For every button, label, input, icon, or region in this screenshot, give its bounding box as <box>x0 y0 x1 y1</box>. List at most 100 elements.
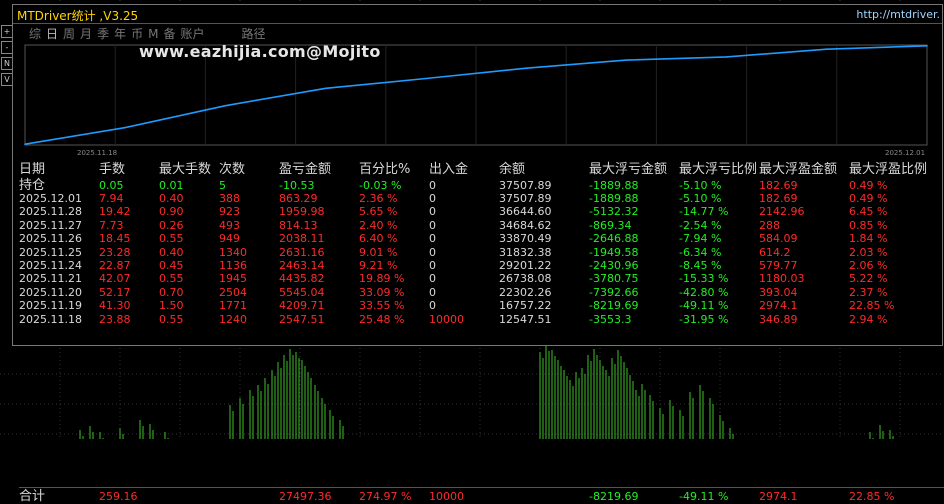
chart-side-toolbar: + - N V <box>0 24 13 144</box>
cell-pnl: 4435.82 <box>279 272 325 286</box>
cell-max-float-profit: 1180.03 <box>759 272 805 286</box>
cell-count: 2504 <box>219 285 247 299</box>
total-pct: 274.97 % <box>359 490 412 503</box>
cell-max-float-profit: 584.09 <box>759 232 798 246</box>
table-header-row: 日期 手数 最大手数 次数 盈亏金额 百分比% 出入金 余额 最大浮亏金额 最大… <box>19 161 943 179</box>
cell-date: 2025.11.20 <box>19 285 82 299</box>
cell-max-float-loss: -1889.88 <box>589 192 639 205</box>
cell-max-float-profit-pct: 1.84 % <box>849 232 888 246</box>
equity-point <box>625 59 628 61</box>
x-tick-label: 2025.12.01 <box>885 149 925 157</box>
cell-flow: 0 <box>429 299 436 313</box>
cell-max-float-profit: 614.2 <box>759 245 791 259</box>
equity-point <box>825 48 828 50</box>
cell-balance: 31832.38 <box>499 245 552 259</box>
cell-pct: 25.48 % <box>359 312 405 326</box>
cell-date: 2025.11.26 <box>19 232 82 246</box>
cell-max-float-loss-pct: -6.34 % <box>679 245 722 259</box>
cell-pct: 6.40 % <box>359 232 398 246</box>
cell-count: 493 <box>219 218 240 232</box>
cell-max-float-profit: 182.69 <box>759 192 798 205</box>
cell-max-float-profit: 579.77 <box>759 259 798 272</box>
cell-max-float-loss: -869.34 <box>589 218 632 232</box>
cell-count: 949 <box>219 232 240 246</box>
cell-max-float-profit-pct: 0.85 % <box>849 218 888 232</box>
cell-pnl: 4209.71 <box>279 299 325 313</box>
cell-max-float-loss: -3553.3 <box>589 312 632 326</box>
cell-flow: 0 <box>429 232 436 246</box>
x-tick-label: 2025.11.18 <box>77 149 117 157</box>
cell-max-lots: 0.70 <box>159 285 184 299</box>
total-divider <box>19 487 944 488</box>
total-label: 合计 <box>19 489 46 504</box>
cell-pct: -0.03 % <box>359 179 402 192</box>
equity-point <box>24 143 26 146</box>
cell-pnl: 1959.98 <box>279 205 325 219</box>
cell-date: 2025.11.24 <box>19 259 82 272</box>
cell-date: 2025.11.27 <box>19 218 82 232</box>
col-header: 盈亏金额 <box>279 162 332 177</box>
equity-point <box>425 77 427 80</box>
col-header: 手数 <box>99 162 126 177</box>
cell-pnl: 2038.11 <box>279 232 325 246</box>
cell-max-float-loss: -2646.88 <box>589 232 639 246</box>
total-max-float-loss: -8219.69 <box>589 490 639 503</box>
cell-pct: 9.01 % <box>359 245 398 259</box>
cell-max-lots: 0.26 <box>159 218 184 232</box>
cell-balance: 37507.89 <box>499 192 552 205</box>
cell-pnl: 2631.16 <box>279 245 325 259</box>
cell-pct: 2.40 % <box>359 218 398 232</box>
cell-max-lots: 1.50 <box>159 299 184 313</box>
table-row: 2025.11.19 41.30 1.50 1771 4209.71 33.55 % 0 16… <box>19 299 943 312</box>
cell-balance: 26738.08 <box>499 272 552 286</box>
cell-count: 1945 <box>219 272 247 286</box>
cell-max-float-loss: -5132.32 <box>589 205 639 219</box>
cell-pct: 19.89 % <box>359 272 405 286</box>
cell-lots: 23.28 <box>99 245 131 259</box>
cell-max-float-loss: -3780.75 <box>589 272 639 286</box>
cell-pnl: 2463.14 <box>279 259 325 272</box>
cell-max-float-loss: -7392.66 <box>589 285 639 299</box>
cell-max-float-profit: 346.89 <box>759 312 798 326</box>
cell-date: 2025.11.28 <box>19 205 82 219</box>
col-header: 百分比% <box>359 162 411 177</box>
cell-flow: 0 <box>429 272 436 286</box>
cell-balance: 34684.62 <box>499 218 552 232</box>
table-row: 2025.11.26 18.45 0.55 949 2038.11 6.40 % 0 3387… <box>19 232 943 245</box>
table-row: 2025.11.24 22.87 0.45 1136 2463.14 9.21 % 0 292… <box>19 259 943 272</box>
cell-max-lots: 0.55 <box>159 272 184 286</box>
cell-max-float-profit-pct: 0.49 % <box>849 192 888 205</box>
holding-row: 持仓 0.05 0.01 5 -10.53 -0.03 % 0 37507.89… <box>19 179 943 192</box>
equity-point <box>926 44 928 47</box>
cell-lots: 22.87 <box>99 259 131 272</box>
cell-pct: 2.36 % <box>359 192 398 205</box>
cell-pct: 9.21 % <box>359 259 398 272</box>
cell-flow: 0 <box>429 192 436 205</box>
equity-point <box>324 87 327 90</box>
cell-max-float-profit: 2142.96 <box>759 205 805 219</box>
total-max-float-profit: 2974.1 <box>759 490 798 503</box>
cell-balance: 33870.49 <box>499 232 552 246</box>
cell-max-float-profit-pct: 6.45 % <box>849 205 888 219</box>
col-header: 最大手数 <box>159 162 212 177</box>
cell-max-float-loss-pct: -42.80 % <box>679 285 729 299</box>
cell-pct: 33.09 % <box>359 285 405 299</box>
cell-lots: 18.45 <box>99 232 131 246</box>
cell-flow: 0 <box>429 245 436 259</box>
cell-max-float-profit: 2974.1 <box>759 299 798 313</box>
col-header: 出入金 <box>429 162 469 177</box>
cell-max-float-loss-pct: -49.11 % <box>679 299 729 313</box>
table-row: 2025.11.21 42.07 0.55 1945 4435.82 19.89 % 0 26… <box>19 272 943 285</box>
col-header: 最大浮亏比例 <box>679 162 758 177</box>
cell-max-float-loss: -8219.69 <box>589 299 639 313</box>
table-row: 2025.11.20 52.17 0.70 2504 5545.04 33.09 % 0 22… <box>19 286 943 299</box>
cell-max-float-loss-pct: -5.10 % <box>679 179 722 192</box>
cell-max-lots: 0.90 <box>159 205 184 219</box>
equity-point <box>525 67 527 69</box>
cell-max-float-loss-pct: -15.33 % <box>679 272 729 286</box>
cell-count: 1340 <box>219 245 247 259</box>
cell-count: 923 <box>219 205 240 219</box>
cell-lots: 7.73 <box>99 218 124 232</box>
cell-max-lots: 0.45 <box>159 259 184 272</box>
holding-label: 持仓 <box>19 178 46 193</box>
